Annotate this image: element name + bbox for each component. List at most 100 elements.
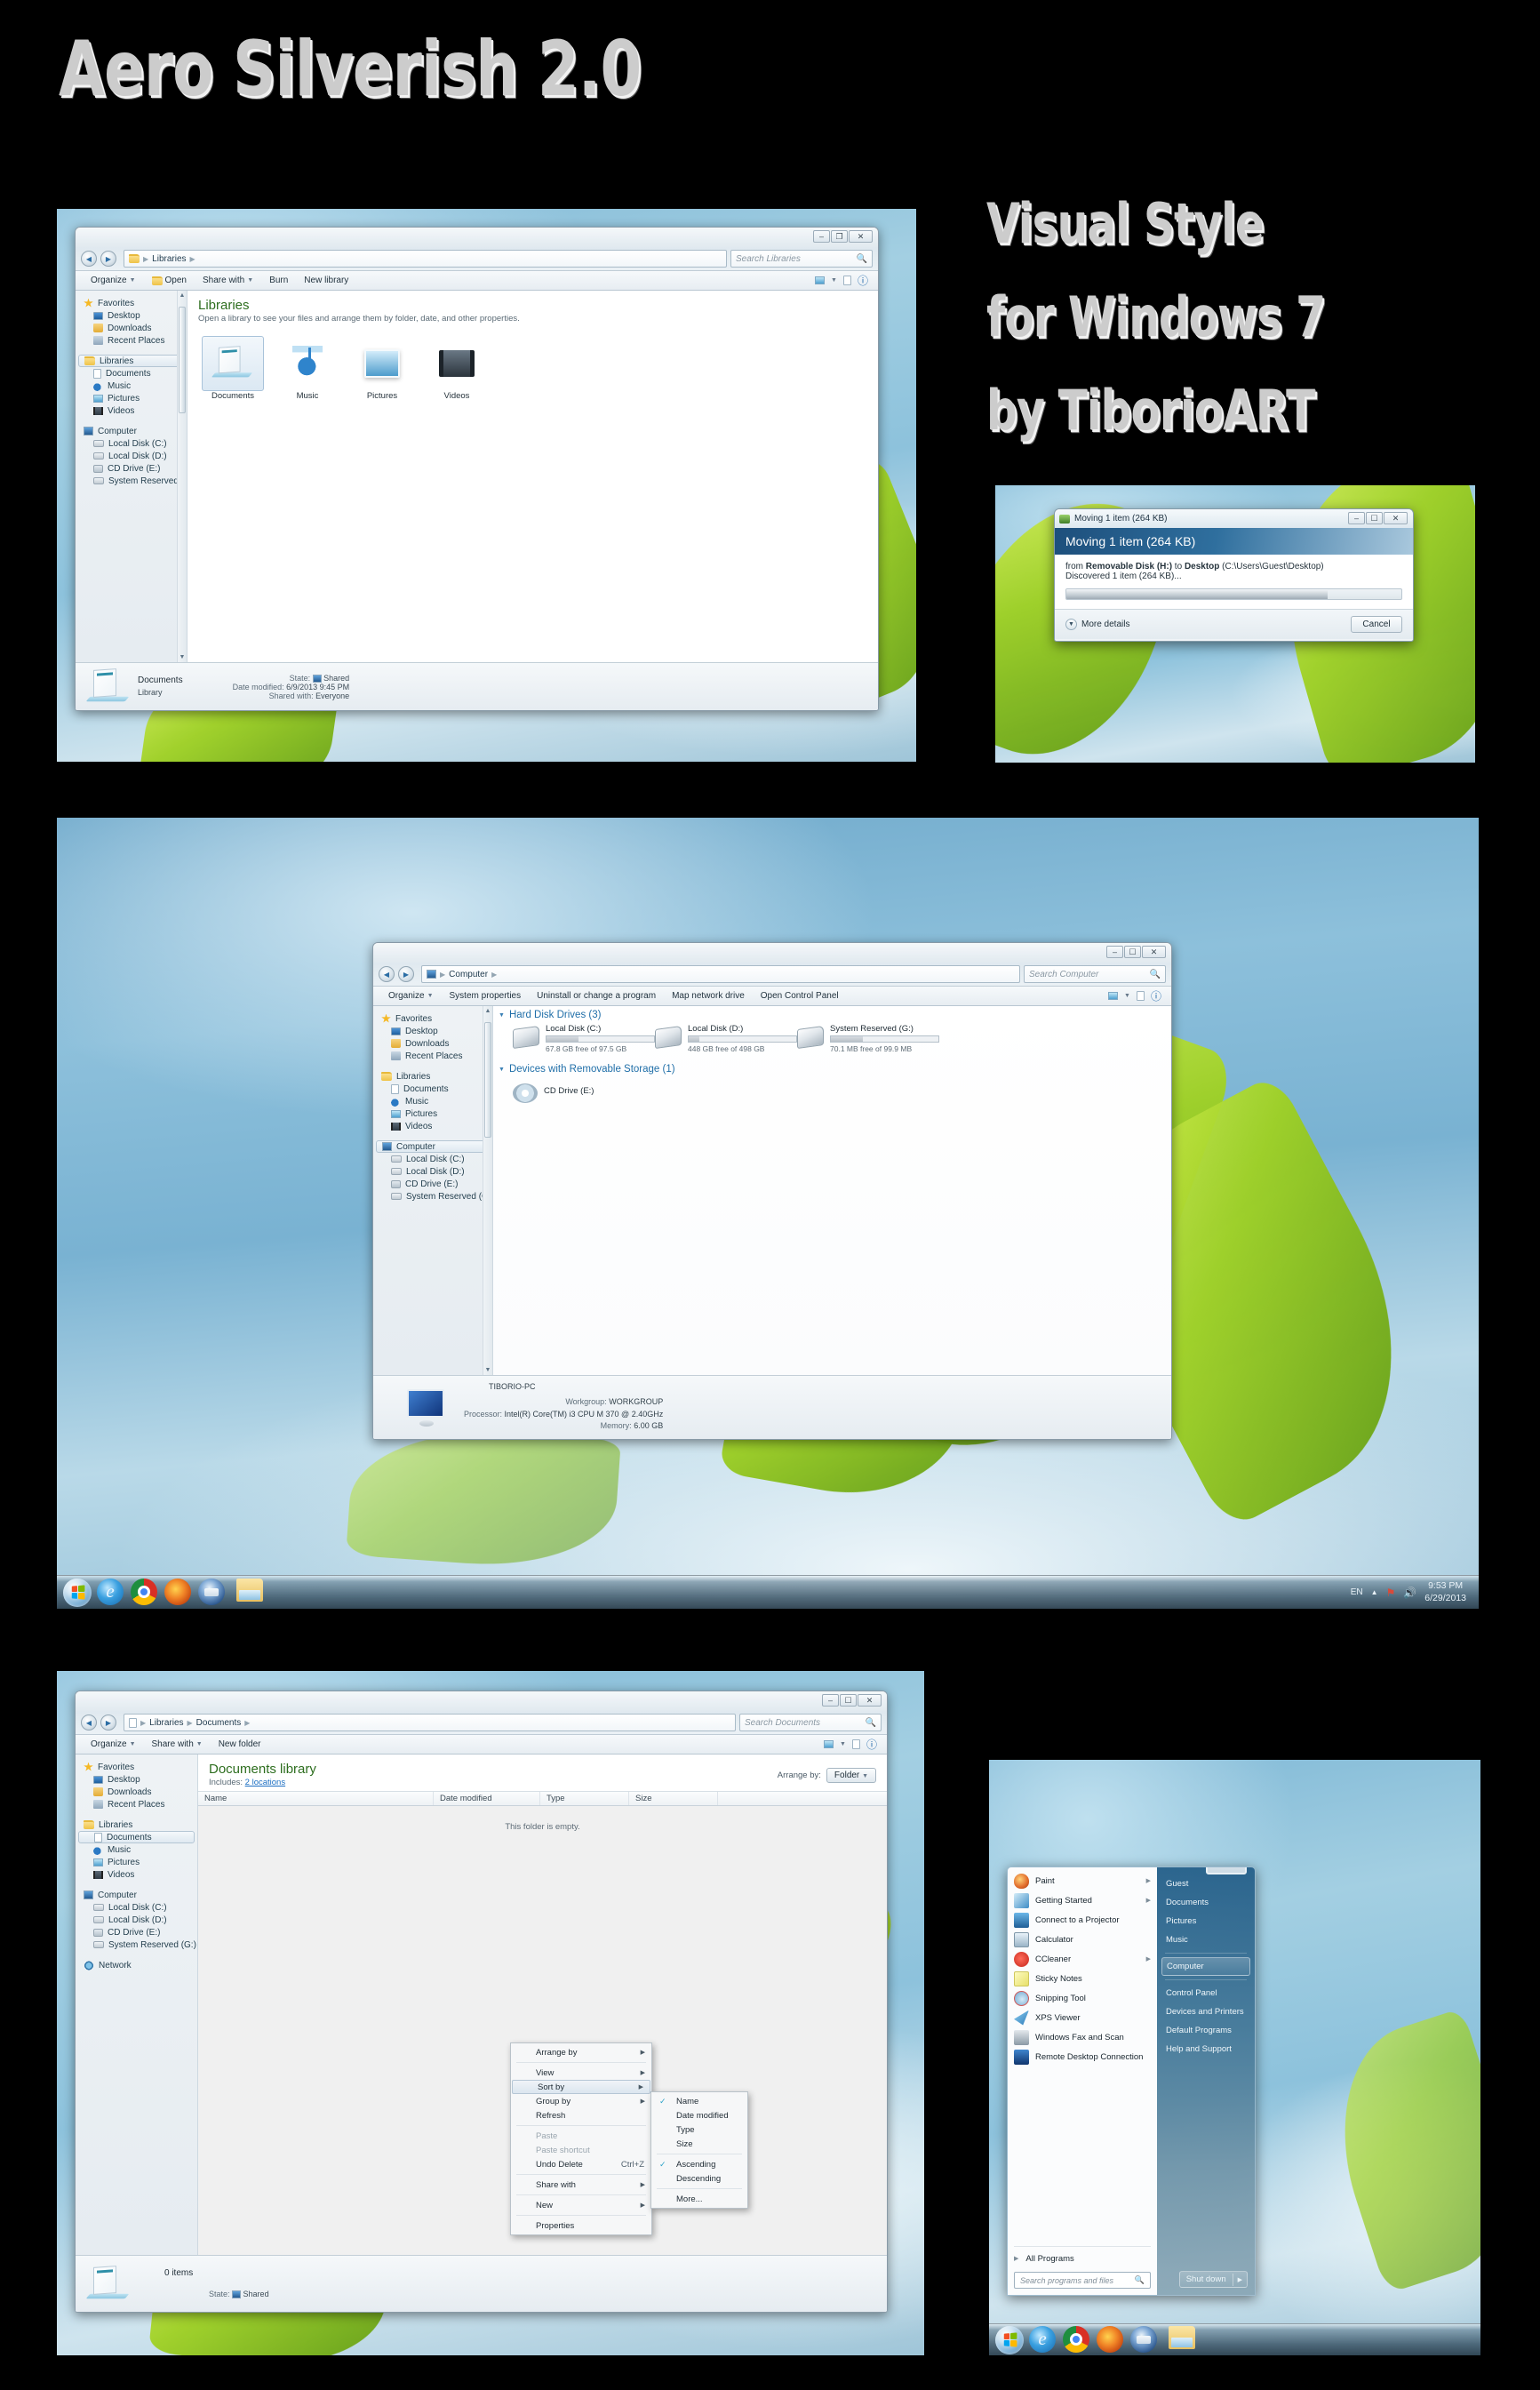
language-indicator[interactable]: EN <box>1351 1587 1363 1597</box>
volume-icon[interactable]: 🔊 <box>1403 1587 1416 1599</box>
titlebar[interactable]: – ☐ ✕ <box>373 943 1171 963</box>
back-button[interactable]: ◀ <box>81 1715 97 1731</box>
preview-pane-icon[interactable] <box>842 276 851 285</box>
close-button[interactable]: ✕ <box>1384 512 1408 524</box>
sidebar-item-videos[interactable]: Videos <box>76 1868 197 1881</box>
search-input[interactable]: Search Documents 🔍 <box>739 1714 882 1731</box>
start-menu-right-music[interactable]: Music <box>1157 1930 1255 1949</box>
group-header-hard-disk-drives[interactable]: ▼ Hard Disk Drives (3) <box>493 1006 1171 1022</box>
sidebar-item-local-disk-c[interactable]: Local Disk (C:) <box>76 437 187 450</box>
sidebar-item-system-reserved-g[interactable]: System Reserved (G:) <box>373 1190 492 1203</box>
close-button[interactable]: ✕ <box>849 230 873 243</box>
context-menu-item-share-with[interactable]: Share with ▶ <box>511 2178 651 2192</box>
help-icon[interactable]: ⓘ <box>866 1737 877 1752</box>
column-header-type[interactable]: Type <box>540 1792 629 1805</box>
search-input[interactable]: Search Libraries 🔍 <box>730 250 873 268</box>
sidebar-item-documents[interactable]: Documents <box>78 1831 195 1843</box>
sidebar-item-downloads[interactable]: Downloads <box>76 1786 197 1798</box>
preview-pane-icon[interactable] <box>1136 991 1145 1001</box>
breadcrumb-item-libraries[interactable]: Libraries <box>152 254 186 264</box>
forward-button[interactable]: ▶ <box>100 1715 116 1731</box>
toolbar-system-properties[interactable]: System properties <box>442 987 530 1005</box>
context-menu-item-refresh[interactable]: Refresh <box>511 2108 651 2122</box>
scrollbar-thumb[interactable] <box>179 307 186 413</box>
chevron-down-icon[interactable]: ▼ <box>1124 993 1130 999</box>
chevron-down-icon[interactable]: ▼ <box>831 277 837 284</box>
submenu-item-name[interactable]: ✓ Name <box>651 2094 747 2108</box>
sidebar-item-desktop[interactable]: Desktop <box>76 309 187 322</box>
library-tile-pictures[interactable]: Pictures <box>351 336 413 401</box>
start-menu-item-paint[interactable]: Paint ▶ <box>1008 1871 1157 1890</box>
submenu-item-date-modified[interactable]: Date modified <box>651 2108 747 2122</box>
toolbar-organize[interactable]: Organize ▼ <box>380 987 442 1005</box>
sidebar-group-favorites[interactable]: Favorites <box>76 1761 197 1773</box>
start-menu-item-connect-to-a-projector[interactable]: Connect to a Projector <box>1008 1910 1157 1930</box>
breadcrumb[interactable]: ▶ Libraries ▶ <box>124 250 727 268</box>
start-menu-right-control-panel[interactable]: Control Panel <box>1157 1984 1255 2002</box>
context-menu-item-undo-delete[interactable]: Undo Delete Ctrl+Z <box>511 2157 651 2171</box>
sidebar-item-videos[interactable]: Videos <box>373 1120 492 1132</box>
toolbar-new-library[interactable]: New library <box>296 272 356 290</box>
sidebar-item-music[interactable]: Music <box>373 1095 492 1107</box>
submenu-item-descending[interactable]: Descending <box>651 2171 747 2186</box>
close-button[interactable]: ✕ <box>858 1694 882 1707</box>
titlebar[interactable]: – ☐ ✕ <box>76 1691 887 1711</box>
sidebar-item-cd-drive-e[interactable]: CD Drive (E:) <box>373 1178 492 1190</box>
back-button[interactable]: ◀ <box>81 251 97 267</box>
column-header-date-modified[interactable]: Date modified <box>434 1792 540 1805</box>
navigation-scrollbar[interactable]: ▲ ▼ <box>483 1006 492 1375</box>
more-details-button[interactable]: ▼ More details <box>1065 619 1129 630</box>
help-icon[interactable]: ⓘ <box>1151 988 1161 1003</box>
sidebar-item-local-disk-c[interactable]: Local Disk (C:) <box>76 1901 197 1914</box>
search-input[interactable]: Search Computer 🔍 <box>1024 965 1166 983</box>
toolbar-share-with[interactable]: Share with ▼ <box>195 272 261 290</box>
minimize-button[interactable]: – <box>822 1694 839 1707</box>
toolbar-organize[interactable]: Organize ▼ <box>83 272 144 290</box>
sidebar-item-downloads[interactable]: Downloads <box>76 322 187 334</box>
start-menu-item-snipping-tool[interactable]: Snipping Tool <box>1008 1988 1157 2008</box>
sidebar-item-system-reserved-g[interactable]: System Reserved (G:) <box>76 1938 197 1951</box>
sidebar-group-computer[interactable]: Computer <box>76 425 187 437</box>
submenu-item-type[interactable]: Type <box>651 2122 747 2137</box>
back-button[interactable]: ◀ <box>379 966 395 982</box>
sidebar-group-libraries[interactable]: Libraries <box>76 1818 197 1831</box>
toolbar-map-network-drive[interactable]: Map network drive <box>664 987 753 1005</box>
sidebar-item-videos[interactable]: Videos <box>76 404 187 417</box>
start-menu-search-input[interactable]: Search programs and files 🔍 <box>1014 2272 1151 2289</box>
scroll-up-arrow[interactable]: ▲ <box>178 292 187 299</box>
minimize-button[interactable]: – <box>813 230 830 243</box>
library-tile-music[interactable]: Music <box>276 336 339 401</box>
sidebar-item-system-reserved-g[interactable]: System Reserved (G:) <box>76 475 187 487</box>
sidebar-item-desktop[interactable]: Desktop <box>373 1025 492 1037</box>
scrollbar-thumb[interactable] <box>484 1022 491 1138</box>
sidebar-item-local-disk-d[interactable]: Local Disk (D:) <box>76 1914 197 1926</box>
library-tile-videos[interactable]: Videos <box>426 336 488 401</box>
context-menu-item-sort-by[interactable]: Sort by ▶ <box>512 2080 650 2094</box>
start-menu-item-calculator[interactable]: Calculator <box>1008 1930 1157 1949</box>
maximize-button[interactable]: ☐ <box>840 1694 857 1707</box>
start-menu-right-computer[interactable]: Computer <box>1161 1957 1250 1976</box>
taskbar-thunderbird[interactable] <box>198 1578 227 1607</box>
taskbar-firefox[interactable] <box>1097 2325 1125 2354</box>
start-menu-item-sticky-notes[interactable]: Sticky Notes <box>1008 1969 1157 1988</box>
includes-locations-link[interactable]: 2 locations <box>245 1778 285 1787</box>
preview-pane-icon[interactable] <box>851 1739 860 1749</box>
sidebar-group-favorites[interactable]: Favorites <box>373 1012 492 1025</box>
user-avatar[interactable] <box>1206 1867 1247 1874</box>
scroll-down-arrow[interactable]: ▼ <box>483 1367 492 1373</box>
breadcrumb-item-computer[interactable]: Computer <box>449 970 488 979</box>
sidebar-item-recent-places[interactable]: Recent Places <box>373 1050 492 1062</box>
taskbar-google-chrome[interactable] <box>131 1578 159 1607</box>
minimize-button[interactable]: – <box>1348 512 1365 524</box>
sidebar-group-libraries[interactable]: Libraries <box>373 1070 492 1083</box>
chevron-down-icon[interactable]: ▼ <box>840 1741 846 1747</box>
sidebar-item-desktop[interactable]: Desktop <box>76 1773 197 1786</box>
forward-button[interactable]: ▶ <box>398 966 414 982</box>
start-menu-right-help-and-support[interactable]: Help and Support <box>1157 2040 1255 2058</box>
drive-item[interactable]: Local Disk (D:) 448 GB free of 498 GB <box>655 1024 797 1053</box>
toolbar-organize[interactable]: Organize ▼ <box>83 1736 144 1754</box>
submenu-item-size[interactable]: Size <box>651 2137 747 2151</box>
start-menu-item-windows-fax-and-scan[interactable]: Windows Fax and Scan <box>1008 2027 1157 2047</box>
start-menu-item-getting-started[interactable]: Getting Started ▶ <box>1008 1890 1157 1910</box>
start-menu-item-ccleaner[interactable]: CCleaner ▶ <box>1008 1949 1157 1969</box>
